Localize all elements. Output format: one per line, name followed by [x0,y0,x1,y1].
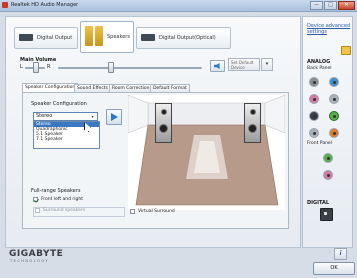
front-panel-label: Front Panel [307,141,332,146]
realtek-app-icon [2,2,8,8]
window-title: Realtek HD Audio Manager [11,2,79,8]
speaker-configuration-options: Stereo Quadraphonic 5.1 Speaker 7.1 Spea… [33,121,100,149]
front-jack-pink-icon[interactable] [323,170,333,180]
gigabyte-logo: GIGABYTE [9,249,64,259]
balance-left-label: L [20,64,23,70]
digital-port-icon[interactable] [320,208,333,221]
back-jack-black-icon[interactable] [309,111,319,121]
ok-button[interactable]: OK [313,262,355,275]
speaker-room-illustration [127,94,286,210]
play-test-button[interactable] [106,109,122,125]
back-jack-orange-icon[interactable] [329,128,339,138]
speakers-icon-right [95,26,103,46]
set-default-device-button[interactable]: Set Default Device [228,58,260,71]
surround-speakers-label: Surround speakers [43,208,86,213]
front-jack-green-icon[interactable] [323,153,333,163]
tab-speakers-label: Speakers [107,34,130,40]
tab-digital-output-optical[interactable]: Digital Output(Optical) [136,27,231,49]
speaker-configuration-label: Speaker Configuration [31,101,87,107]
right-panel: Device advanced settings ANALOG Back Pan… [302,16,353,248]
virtual-surround-checkbox[interactable] [130,209,135,214]
front-right-speaker-icon[interactable] [244,103,261,143]
title-bar: Realtek HD Audio Manager — □ ✕ [0,0,357,12]
room-svg [127,94,286,210]
speakers-icon [85,26,93,46]
tab-digital-output[interactable]: Digital Output [14,27,78,49]
speaker-icon [214,63,220,69]
front-left-right-checkbox[interactable] [33,197,38,202]
back-jack-pink-icon[interactable] [309,94,319,104]
speaker-configuration-select[interactable]: Stereo ▾ [33,112,98,121]
analog-title: ANALOG [307,59,331,65]
close-button[interactable]: ✕ [338,1,355,10]
tab-digital-output-label: Digital Output [37,35,73,41]
digital-output-icon [19,34,33,41]
balance-right-label: R [47,64,51,70]
volume-slider-thumb[interactable] [108,62,114,73]
back-jack-grey-icon[interactable] [309,77,319,87]
back-panel-label: Back Panel [307,66,332,71]
full-range-speakers-title: Full-range Speakers [31,188,81,194]
maximize-button[interactable]: □ [324,1,337,10]
option-7-1-speaker[interactable]: 7.1 Speaker [34,137,99,142]
optical-output-icon [141,34,155,41]
back-jack-green-icon[interactable] [329,111,339,121]
minimize-button[interactable]: — [310,1,323,10]
play-icon [111,113,118,121]
mute-button[interactable] [210,60,225,72]
gigabyte-logo-sub: TECHNOLOGY [10,259,50,263]
speaker-configuration-selected: Stereo [36,113,53,119]
device-tabs: Digital Output Speakers Digital Output(O… [14,21,231,53]
front-left-speaker-icon[interactable] [155,103,172,143]
back-jack-blue-icon[interactable] [329,77,339,87]
balance-slider-thumb[interactable] [33,62,39,73]
volume-slider-track[interactable] [58,67,202,69]
tab-speakers[interactable]: Speakers [80,21,134,53]
back-jack-silver-icon[interactable] [329,94,339,104]
surround-speakers-checkbox[interactable] [35,208,40,213]
chevron-down-icon: ▾ [91,114,94,119]
tab-digital-output-optical-label: Digital Output(Optical) [159,35,216,41]
back-jack-silver-2-icon[interactable] [309,128,319,138]
device-advanced-settings-link[interactable]: Device advanced settings [307,23,351,35]
front-left-right-label: Front left and right [41,197,84,202]
virtual-surround-label: Virtual Surround [138,209,175,214]
digital-title: DIGITAL [307,200,330,206]
folder-icon[interactable] [341,46,351,55]
set-default-dropdown-button[interactable]: ▾ [261,58,273,71]
info-button[interactable]: i [334,248,347,260]
